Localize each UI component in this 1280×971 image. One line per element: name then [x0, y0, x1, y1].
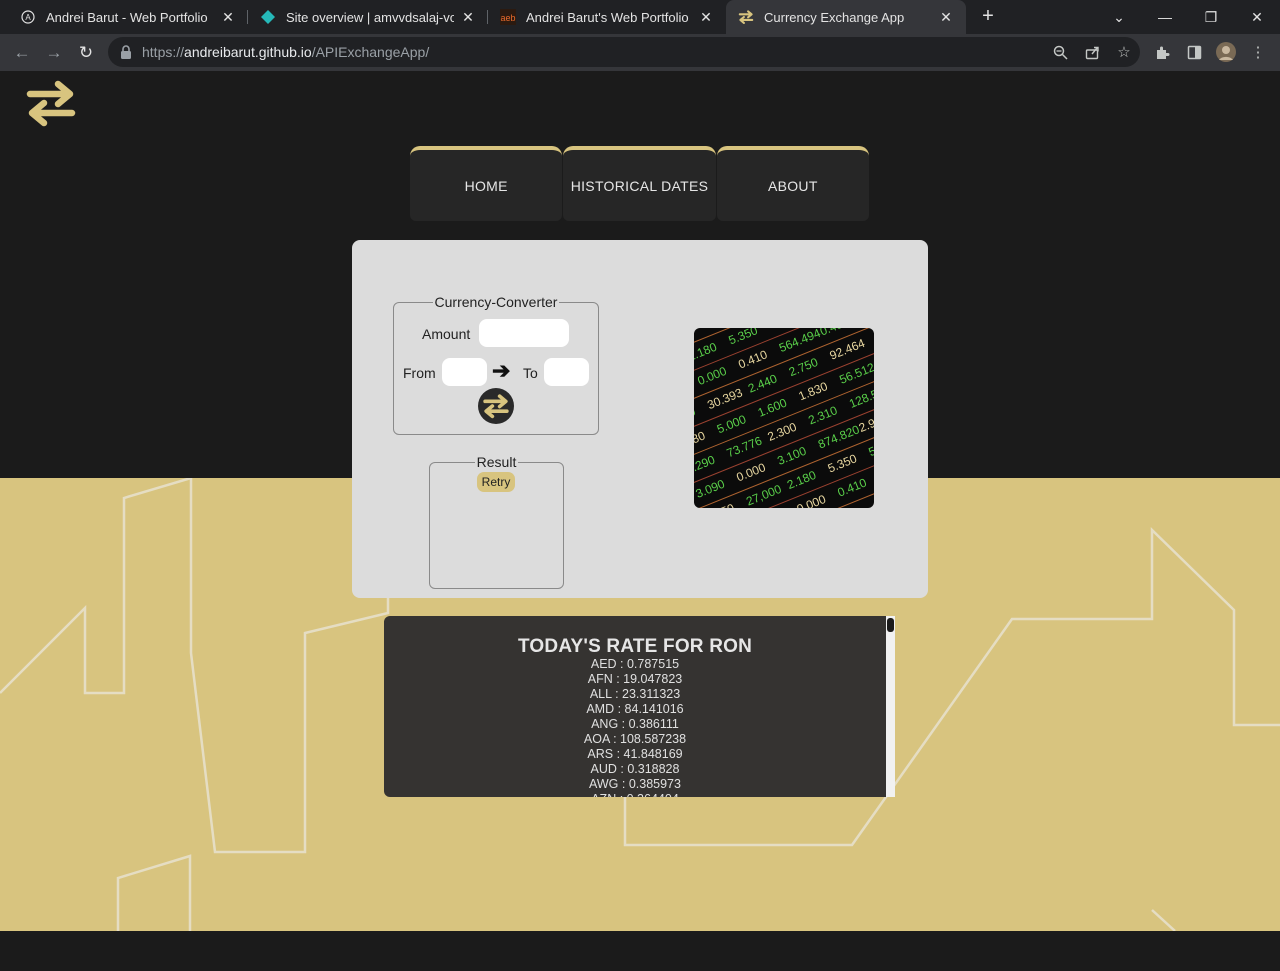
ticker-number: 2.290	[694, 452, 717, 476]
rates-title: TODAY'S RATE FOR RON	[517, 636, 753, 657]
close-tab-icon[interactable]: ✕	[698, 9, 714, 26]
ticker-number: 27,000	[744, 482, 784, 508]
zoom-icon[interactable]	[1044, 37, 1076, 67]
tab-title: Site overview | amvvdsalaj-vote-v	[286, 9, 454, 25]
convert-button[interactable]	[478, 388, 514, 424]
lock-icon	[120, 45, 132, 59]
netlify-favicon-icon	[260, 9, 276, 25]
browser-toolbar: ← → ↻ https://andreibarut.github.io/APIE…	[0, 34, 1280, 71]
to-label: To	[523, 365, 538, 381]
minimize-icon[interactable]: —	[1142, 0, 1188, 34]
ticker-number: 0.000	[795, 492, 828, 508]
rate-row: AFN : 19.047823	[587, 672, 683, 686]
address-bar[interactable]: https://andreibarut.github.io/APIExchang…	[108, 37, 1140, 67]
app-logo-exchange-icon[interactable]	[24, 79, 78, 127]
browser-tab[interactable]: A Andrei Barut - Web Portfolio ✕	[8, 0, 248, 34]
result-fieldset: Result Retry	[429, 454, 564, 589]
tab-title: Andrei Barut's Web Portfolio	[526, 9, 689, 25]
from-label: From	[403, 365, 436, 381]
aeb-favicon-icon: aeb	[500, 9, 516, 25]
ticker-number: 874.820	[816, 422, 862, 451]
rate-row: ANG : 0.386111	[591, 717, 679, 731]
close-tab-icon[interactable]: ✕	[460, 9, 476, 26]
nav-about[interactable]: ABOUT	[716, 146, 869, 221]
rates-scrollbar[interactable]	[886, 616, 895, 797]
amount-input[interactable]	[479, 319, 569, 347]
from-currency-input[interactable]	[442, 358, 487, 386]
extensions-icon[interactable]	[1149, 39, 1175, 65]
to-currency-input[interactable]	[544, 358, 589, 386]
ticker-number: 2.180	[694, 340, 719, 364]
svg-text:aeb: aeb	[500, 13, 515, 23]
ticker-number: 56.512	[837, 360, 874, 387]
side-panel-icon[interactable]	[1181, 39, 1207, 65]
ticker-number: 5.350	[727, 328, 760, 347]
rate-row: AUD : 0.318828	[590, 762, 680, 776]
page-footer	[0, 931, 1280, 971]
forward-icon[interactable]: →	[41, 40, 67, 66]
rate-row: AMD : 84.141016	[586, 702, 684, 716]
stock-ticker-image: 27,0002.1805.3505.6904.5001.2250.0000.41…	[694, 328, 874, 508]
exchange-icon	[483, 394, 509, 419]
currency-converter-fieldset: Currency-Converter Amount From ➔ To	[393, 294, 599, 435]
browser-tab[interactable]: Site overview | amvvdsalaj-vote-v ✕	[248, 0, 488, 34]
browser-tab-strip: A Andrei Barut - Web Portfolio ✕ Site ov…	[0, 0, 1280, 34]
share-icon[interactable]	[1076, 37, 1108, 67]
rate-row: AED : 0.787515	[590, 657, 680, 671]
tab-search-icon[interactable]: ⌄	[1096, 0, 1142, 34]
rate-row: AOA : 108.587238	[583, 732, 687, 746]
portfolio-favicon-icon: A	[20, 9, 36, 25]
restore-icon[interactable]: ❐	[1188, 0, 1234, 34]
reload-icon[interactable]: ↻	[73, 40, 99, 66]
close-window-icon[interactable]: ✕	[1234, 0, 1280, 34]
browser-tab-active[interactable]: Currency Exchange App ✕	[726, 0, 966, 34]
browser-tab[interactable]: aeb Andrei Barut's Web Portfolio ✕	[488, 0, 726, 34]
ticker-number: 564.494	[777, 328, 823, 355]
rate-row: ALL : 23.311323	[589, 687, 681, 701]
converter-card: Currency-Converter Amount From ➔ To Resu…	[352, 240, 928, 598]
close-tab-icon[interactable]: ✕	[938, 9, 954, 26]
rates-scrollbar-thumb[interactable]	[887, 618, 894, 632]
close-tab-icon[interactable]: ✕	[220, 9, 236, 26]
nav-historical-dates[interactable]: HISTORICAL DATES	[563, 146, 716, 221]
exchange-favicon-icon	[738, 9, 754, 25]
back-icon[interactable]: ←	[9, 40, 35, 66]
rates-list: AED : 0.787515 AFN : 19.047823 ALL : 23.31…	[384, 657, 886, 797]
rate-row: AZN : 0.364404	[384, 792, 886, 797]
menu-kebab-icon[interactable]: ⋮	[1245, 39, 1271, 65]
bookmark-star-icon[interactable]: ☆	[1108, 37, 1140, 67]
url-text: https://andreibarut.github.io/APIExchang…	[142, 44, 430, 60]
tab-title: Currency Exchange App	[764, 9, 905, 25]
retry-button[interactable]: Retry	[477, 472, 515, 492]
todays-rates-panel[interactable]: TODAY'S RATE FOR RON AED : 0.787515 AFN :…	[384, 616, 895, 797]
converter-title: Currency-Converter	[432, 294, 560, 310]
arrow-right-icon: ➔	[492, 358, 511, 383]
rate-row: ARS : 41.848169	[587, 747, 683, 761]
ticker-number: 1.580	[694, 428, 708, 452]
rate-row: AWG : 0.385973	[589, 777, 681, 791]
page-viewport: HOME HISTORICAL DATES ABOUT Currency-Con…	[0, 71, 1280, 931]
nav-home[interactable]: HOME	[410, 146, 563, 221]
amount-label: Amount	[422, 326, 471, 342]
tab-title: Andrei Barut - Web Portfolio	[46, 9, 208, 25]
result-title: Result	[474, 454, 519, 470]
profile-avatar[interactable]	[1213, 39, 1239, 65]
ticker-number: 128.544	[847, 382, 874, 411]
svg-text:A: A	[25, 13, 31, 22]
main-nav: HOME HISTORICAL DATES ABOUT	[410, 146, 870, 221]
new-tab-icon[interactable]: +	[976, 4, 1000, 28]
